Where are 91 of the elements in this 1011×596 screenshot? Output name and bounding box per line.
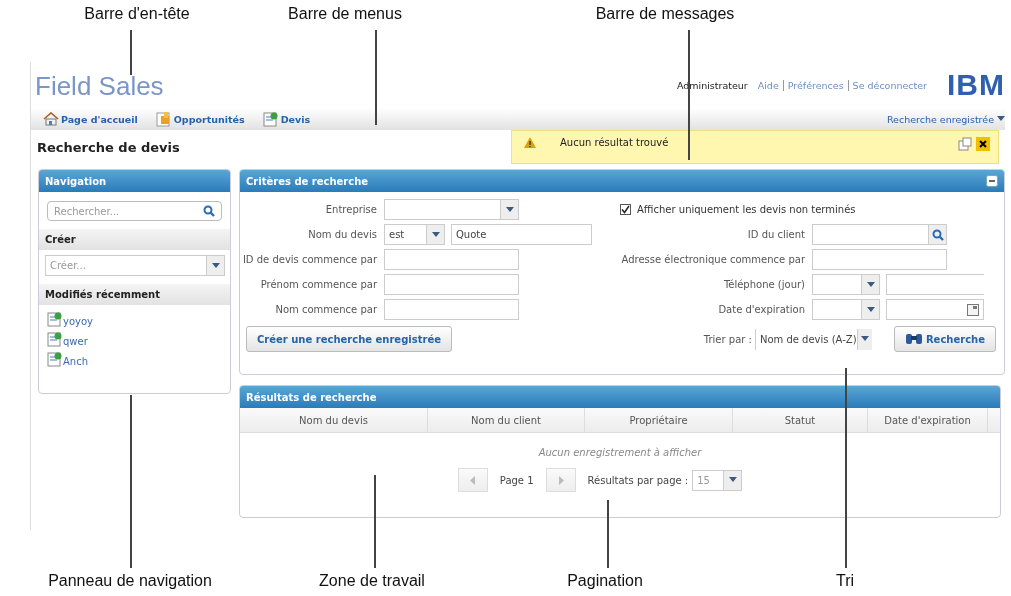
- page-title: Recherche de devis: [36, 139, 181, 157]
- sort-dropdown[interactable]: Nom de devis (A-Z): [754, 328, 872, 350]
- document-icon: [262, 111, 279, 127]
- caret-icon: [866, 281, 875, 288]
- panel-title: Critères de recherche: [246, 175, 369, 187]
- dropdown-field[interactable]: [384, 199, 519, 220]
- header-link[interactable]: Aide: [753, 79, 783, 91]
- panel-title: Navigation: [45, 175, 107, 187]
- input-field[interactable]: [886, 274, 984, 295]
- recent-item[interactable]: qwer: [47, 331, 222, 347]
- field-label: Téléphone (jour): [722, 279, 805, 290]
- menu-item[interactable]: Devis: [262, 111, 311, 127]
- page-number: Page 1: [499, 474, 534, 486]
- close-button[interactable]: [976, 137, 990, 151]
- recent-item[interactable]: Anch: [47, 351, 222, 367]
- callout-label: Barre de menus: [288, 5, 402, 23]
- caret-icon: [211, 262, 220, 269]
- collapse-icon[interactable]: [986, 175, 998, 187]
- left-arrow-icon: [469, 475, 476, 485]
- dropdown-field[interactable]: [812, 299, 880, 320]
- field-label: Entreprise: [324, 204, 377, 215]
- save-search-button[interactable]: Créer une recherche enregistrée: [246, 326, 452, 352]
- leader-line: [130, 30, 132, 75]
- date-field[interactable]: [886, 299, 984, 320]
- field-label: Nom commence par: [274, 304, 377, 315]
- header-link[interactable]: Préférences: [782, 79, 848, 91]
- callout-label: Pagination: [567, 572, 643, 590]
- input-field[interactable]: [812, 249, 947, 270]
- field-label: Date d'expiration: [717, 304, 805, 315]
- callout-label: Zone de travail: [319, 572, 425, 590]
- sort-label: Trier par :: [703, 333, 752, 345]
- dropdown-field[interactable]: [812, 274, 880, 295]
- field-label: ID de devis commence par: [241, 254, 377, 265]
- chart-document-icon: [155, 111, 172, 127]
- column-header[interactable]: Nom du devis: [240, 408, 428, 432]
- operator-dropdown[interactable]: est: [384, 224, 445, 245]
- field-label: Nom du devis: [307, 229, 377, 240]
- section-heading: Modifiés récemment: [39, 284, 230, 305]
- lookup-field[interactable]: [812, 224, 947, 245]
- column-header[interactable]: Propriétaire: [585, 408, 733, 432]
- page-size-dropdown[interactable]: 15: [692, 469, 743, 491]
- checkbox-label: Afficher uniquement les devis non terminés: [637, 204, 856, 215]
- callout-label: Tri: [835, 572, 855, 590]
- input-field[interactable]: [384, 299, 519, 320]
- recent-item[interactable]: yoyoy: [47, 311, 222, 327]
- field-label: ID du client: [746, 229, 805, 240]
- input-field[interactable]: [384, 274, 519, 295]
- leader-line: [607, 500, 609, 568]
- document-icon: [47, 311, 63, 327]
- lookup-icon: [931, 228, 944, 241]
- message-text: Aucun résultat trouvé: [560, 137, 669, 148]
- document-icon: [47, 351, 63, 367]
- results-per-page-label: Résultats par page :: [587, 474, 689, 486]
- document-icon: [47, 331, 63, 347]
- search-field[interactable]: Rechercher...: [47, 201, 222, 221]
- next-page-button[interactable]: [545, 468, 576, 492]
- checkbox[interactable]: [620, 204, 631, 215]
- search-icon: [203, 205, 215, 217]
- popout-icon: [958, 137, 972, 151]
- binoculars-icon: [904, 332, 923, 346]
- right-arrow-icon: [557, 475, 564, 485]
- caret-icon: [505, 206, 514, 213]
- callout-label: Barre d'en-tête: [84, 5, 190, 23]
- logo: IBM: [947, 70, 1005, 100]
- field-label: Adresse électronique commence par: [620, 254, 805, 265]
- house-icon: [43, 112, 59, 126]
- column-header[interactable]: Nom du client: [428, 408, 585, 432]
- section-heading: Créer: [39, 229, 230, 250]
- callout-label: Panneau de navigation: [48, 572, 212, 590]
- create-dropdown[interactable]: Créer...: [45, 255, 225, 276]
- column-header[interactable]: Date d'expiration: [868, 408, 988, 432]
- calendar-icon: [967, 303, 979, 316]
- caret-icon: [860, 336, 869, 342]
- callout-label: Barre de messages: [595, 5, 735, 23]
- empty-message: Aucun enregistrement à afficher: [537, 447, 703, 458]
- caret-icon: [866, 306, 875, 313]
- input-field[interactable]: Quote: [451, 224, 592, 245]
- menu-item[interactable]: Opportunités: [155, 111, 245, 127]
- saved-search-menu[interactable]: Recherche enregistrée: [886, 113, 1005, 125]
- menu-item[interactable]: Page d'accueil: [43, 112, 138, 126]
- input-field[interactable]: [384, 249, 519, 270]
- panel-title: Résultats de recherche: [246, 391, 377, 403]
- caret-icon: [997, 116, 1005, 122]
- header-link[interactable]: Se déconnecter: [847, 79, 931, 91]
- caret-icon: [431, 231, 440, 238]
- app-title: Field Sales: [35, 71, 164, 102]
- previous-page-button[interactable]: [457, 468, 488, 492]
- warning-icon: [524, 137, 536, 148]
- caret-icon: [728, 477, 737, 483]
- field-label: Prénom commence par: [259, 279, 377, 290]
- search-button[interactable]: Recherche: [893, 326, 996, 352]
